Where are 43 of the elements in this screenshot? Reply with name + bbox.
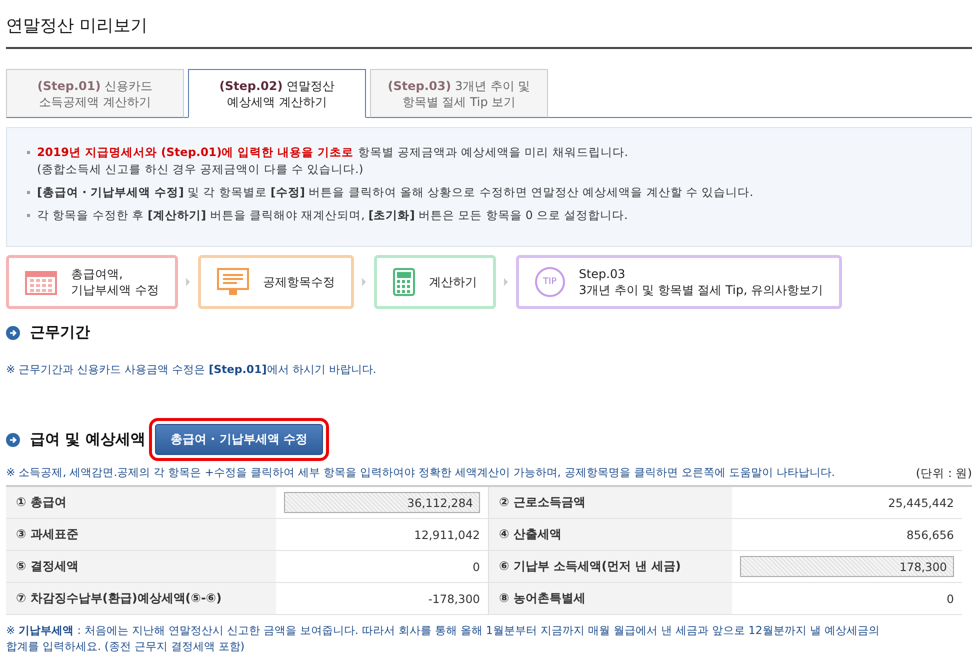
arrow-circle-icon bbox=[6, 432, 20, 446]
row-label: ⑥ 기납부 소득세액(먼저 낸 세금) bbox=[488, 551, 732, 583]
amount-value: 0 bbox=[946, 592, 954, 606]
step-tab[interactable]: (Step.03) 3개년 추이 및 항목별 절세 Tip 보기 bbox=[370, 69, 548, 118]
amount-field[interactable]: 178,300 bbox=[740, 556, 954, 577]
footnote-text: ※ 기납부세액 : 처음에는 지난해 연말정산시 신고한 금액을 보여줍니다. 따라서 회사를 통해 올해 1월분부터 지금까지 매월 월급에서 낸 세금과 앞으로 12월분까지 낼 예상세금의 합계를 입력하세요. (종전 근무지 결정세액 포함) bbox=[6, 623, 880, 655]
amount-value: 12,911,042 bbox=[414, 528, 480, 542]
amount-value: 856,656 bbox=[906, 528, 954, 542]
unit-text: (단위 : 원) bbox=[916, 466, 972, 481]
row-label: ⑦ 차감징수납부(환급)예상세액(⑤-⑥) bbox=[6, 583, 276, 615]
row-label: ⑧ 농어촌특별세 bbox=[488, 583, 732, 615]
row-label: ③ 과세표준 bbox=[6, 519, 276, 551]
step-label: 총급여액, 기납부세액 수정 bbox=[71, 266, 159, 298]
page-title: 연말정산 미리보기 bbox=[6, 0, 972, 49]
step-tab[interactable]: (Step.02) 연말정산 예상세액 계산하기 bbox=[188, 69, 366, 118]
step-label: 공제항목수정 bbox=[262, 274, 335, 290]
tip-icon: TIP bbox=[534, 267, 565, 297]
amount-value: 25,445,442 bbox=[888, 496, 954, 510]
section-title: 급여 및 예상세액 bbox=[30, 430, 146, 449]
step-card[interactable]: 총급여액, 기납부세액 수정 bbox=[6, 255, 178, 309]
amount-value: -178,300 bbox=[428, 592, 480, 606]
calculator-icon bbox=[392, 268, 415, 296]
section-title: 근무기간 bbox=[30, 323, 90, 342]
note-text: ※ 소득공제, 세액감면.공제의 각 항목은 +수정을 클릭하여 세부 항목을 입력하여야 정확한 세액계산이 가능하며, 공제항목명을 클릭하면 오른쪽에 도움말이 나타납니다. bbox=[6, 465, 835, 481]
row-label: ④ 산출세액 bbox=[488, 519, 732, 551]
note-text: ※ 근무기간과 신용카드 사용금액 수정은 [Step.01]에서 하시기 바랍니다. bbox=[6, 362, 378, 378]
row-label: ⑤ 결정세액 bbox=[6, 551, 276, 583]
step-card[interactable]: 계산하기 bbox=[374, 255, 496, 309]
row-label: ① 총급여 bbox=[6, 487, 276, 519]
notice-text: 각 항목을 수정한 후 [계산하기] 버튼을 클릭해야 재계산되며, [초기화] 버튼은 모든 항목을 0 으로 설정합니다. bbox=[27, 207, 951, 224]
amount-field[interactable]: 36,112,284 bbox=[284, 492, 480, 513]
calendar-icon bbox=[25, 269, 57, 295]
notice-text: 2019년 지급명세서와 (Step.01)에 입력한 내용을 기초로 항목별 공제금액과 예상세액을 미리 채워드립니다. (종합소득세 신고를 하신 경우 공제금액이 다를 수 있습니다.) bbox=[27, 144, 951, 178]
monitor-icon bbox=[216, 268, 249, 296]
row-label: ② 근로소득금액 bbox=[488, 487, 732, 519]
step-label: 계산하기 bbox=[428, 274, 477, 290]
step-tab[interactable]: (Step.01) 신용카드 소득공제액 계산하기 bbox=[6, 69, 184, 118]
arrow-circle-icon bbox=[6, 326, 20, 340]
notice-text: [총급여 · 기납부세액 수정] 및 각 항목별로 [수정] 버튼을 클릭하여 올해 상황으로 수정하면 연말정산 예상세액을 계산할 수 있습니다. bbox=[27, 184, 951, 201]
step-label: Step.03 3개년 추이 및 항목별 절세 Tip, 유의사항보기 bbox=[578, 266, 824, 298]
step-card[interactable]: TIP Step.03 3개년 추이 및 항목별 절세 Tip, 유의사항보기 bbox=[516, 255, 842, 309]
step-card[interactable]: 공제항목수정 bbox=[198, 255, 354, 309]
amount-value: 0 bbox=[472, 560, 480, 574]
